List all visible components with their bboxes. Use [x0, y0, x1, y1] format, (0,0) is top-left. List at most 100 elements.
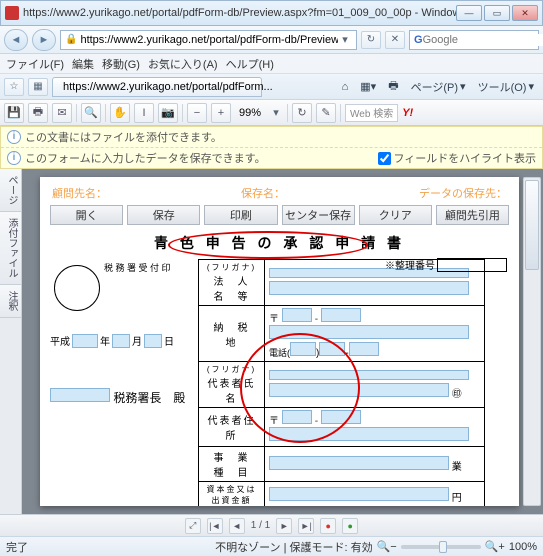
- feeds-button[interactable]: ▦: [28, 78, 48, 96]
- highlight-check[interactable]: [378, 152, 391, 165]
- zoom-in-icon[interactable]: 🔍+: [485, 540, 505, 553]
- zip2-field[interactable]: [321, 308, 361, 322]
- close-button[interactable]: ✕: [512, 5, 538, 21]
- web-search-label: Web 検索: [350, 105, 393, 120]
- rzip2-field[interactable]: [321, 410, 361, 424]
- menu-fav[interactable]: お気に入り(A): [148, 56, 218, 72]
- prev-page-button[interactable]: ◄: [229, 518, 245, 534]
- url-dropdown-icon[interactable]: ▾: [338, 33, 352, 46]
- biztype-field[interactable]: [269, 456, 449, 470]
- savename-label: 保存名：: [241, 185, 285, 201]
- pdf-hand-tool[interactable]: ✋: [110, 103, 130, 123]
- feeds2-button[interactable]: ▦▾: [355, 78, 381, 96]
- stamp-circle: [54, 265, 100, 311]
- yahoo-icon[interactable]: Y!: [402, 107, 413, 119]
- center-save-button[interactable]: センター保存: [282, 205, 355, 225]
- next-page-button[interactable]: ►: [276, 518, 292, 534]
- pdf-search-button[interactable]: 🔍: [81, 103, 101, 123]
- expand-button[interactable]: ⤢: [185, 518, 201, 534]
- office-field[interactable]: [50, 388, 110, 402]
- go-button[interactable]: ●: [342, 518, 358, 534]
- web-search-box[interactable]: Web 検索: [345, 104, 398, 122]
- page-indicator: 1 / 1: [251, 520, 270, 531]
- status-zoom: 100%: [509, 541, 537, 553]
- serial-block: ※整理番号: [385, 257, 507, 272]
- sidebar-tab-pages[interactable]: ページ: [0, 169, 21, 212]
- save-button[interactable]: 保存: [127, 205, 200, 225]
- menu-edit[interactable]: 編集: [72, 56, 94, 72]
- url-input[interactable]: [80, 34, 338, 46]
- tel1-field[interactable]: [290, 342, 316, 356]
- minimize-button[interactable]: —: [456, 5, 482, 21]
- day-field[interactable]: [144, 334, 162, 348]
- menu-help[interactable]: ヘルプ(H): [226, 56, 274, 72]
- addr-field[interactable]: [269, 325, 469, 339]
- menu-go[interactable]: 移動(G): [102, 56, 140, 72]
- savedest-label: データの保存先：: [419, 185, 507, 201]
- pdf-snapshot-tool[interactable]: 📷: [158, 103, 178, 123]
- first-page-button[interactable]: |◄: [207, 518, 223, 534]
- back-button[interactable]: ◄: [4, 29, 28, 51]
- capital-field[interactable]: [269, 487, 449, 501]
- tools-menu[interactable]: ツール(O)▾: [473, 78, 539, 96]
- office-chief: 税務署長 殿: [50, 388, 198, 406]
- last-page-button[interactable]: ►|: [298, 518, 314, 534]
- zip1-field[interactable]: [282, 308, 312, 322]
- furigana2-label: (フリガナ): [203, 364, 260, 375]
- rzip1-field[interactable]: [282, 410, 312, 424]
- stop-button[interactable]: ✕: [385, 31, 405, 49]
- year-field[interactable]: [72, 334, 98, 348]
- serial-box[interactable]: [437, 258, 507, 272]
- repfuri-field[interactable]: [269, 370, 469, 380]
- pdf-toolbar: 💾 🖶 ✉ 🔍 ✋ I 📷 − + 99% ▾ ↻ ✎ Web 検索 Y!: [0, 100, 543, 126]
- clear-button[interactable]: クリア: [359, 205, 432, 225]
- form-button-row: 開く 保存 印刷 センター保存 クリア 顧問先引用: [50, 205, 509, 225]
- formprint-button[interactable]: 印刷: [204, 205, 277, 225]
- page-menu[interactable]: ページ(P)▾: [406, 78, 471, 96]
- home-button[interactable]: ⌂: [337, 78, 354, 96]
- pdf-save-button[interactable]: 💾: [4, 103, 24, 123]
- scrollbar-thumb[interactable]: [525, 180, 539, 270]
- repname-field[interactable]: [269, 383, 449, 397]
- search-engine-icon: G: [414, 34, 423, 46]
- favorites-button[interactable]: ☆: [4, 78, 24, 96]
- maximize-button[interactable]: ▭: [484, 5, 510, 21]
- window-title: https://www2.yurikago.net/portal/pdfForm…: [23, 7, 456, 19]
- browser-tab[interactable]: https://www2.yurikago.net/portal/pdfForm…: [52, 77, 262, 97]
- rotate-button[interactable]: ↻: [292, 103, 312, 123]
- forward-button[interactable]: ►: [32, 29, 56, 51]
- zoom-out-icon[interactable]: 🔍−: [377, 540, 397, 553]
- corpname-field[interactable]: [269, 281, 469, 295]
- tel3-field[interactable]: [349, 342, 379, 356]
- search-input[interactable]: [423, 34, 543, 46]
- tel2-field[interactable]: [319, 342, 345, 356]
- tab-title: https://www2.yurikago.net/portal/pdfForm…: [63, 81, 273, 93]
- sign-button[interactable]: ✎: [316, 103, 336, 123]
- zoom-out-button[interactable]: −: [187, 103, 207, 123]
- month-field[interactable]: [112, 334, 130, 348]
- zoom-value[interactable]: 99%: [235, 107, 265, 119]
- address-box[interactable]: 🔒 ▾: [60, 30, 357, 50]
- pdf-mail-button[interactable]: ✉: [52, 103, 72, 123]
- sidebar-tab-comment[interactable]: 注釈: [0, 285, 21, 318]
- zoom-dropdown-icon[interactable]: ▾: [269, 106, 283, 119]
- capital-label: 資本金又は出資金額: [199, 482, 265, 507]
- highlight-checkbox[interactable]: フィールドをハイライト表示: [378, 150, 536, 166]
- zoom-slider[interactable]: [401, 545, 481, 549]
- zoom-knob[interactable]: [439, 541, 447, 553]
- stop-load-button[interactable]: ●: [320, 518, 336, 534]
- pdf-page: 顧問先名： 保存名： データの保存先： 開く 保存 印刷 センター保存 クリア …: [40, 177, 519, 506]
- status-bar: 完了 不明なゾーン | 保護モード: 有効 🔍− 🔍+ 100%: [0, 536, 543, 556]
- search-box[interactable]: G ▾: [409, 30, 539, 50]
- raddr-field[interactable]: [269, 427, 469, 441]
- zoom-in-button[interactable]: +: [211, 103, 231, 123]
- open-button[interactable]: 開く: [50, 205, 123, 225]
- ref-button[interactable]: 顧問先引用: [436, 205, 509, 225]
- pdf-select-tool[interactable]: I: [134, 103, 154, 123]
- pdf-print-button[interactable]: 🖶: [28, 103, 48, 123]
- refresh-button[interactable]: ↻: [361, 31, 381, 49]
- menu-file[interactable]: ファイル(F): [6, 56, 64, 72]
- sidebar-tab-attach[interactable]: 添付ファイル: [0, 212, 21, 285]
- vertical-scrollbar[interactable]: [523, 177, 541, 506]
- print-button[interactable]: 🖶: [383, 78, 403, 96]
